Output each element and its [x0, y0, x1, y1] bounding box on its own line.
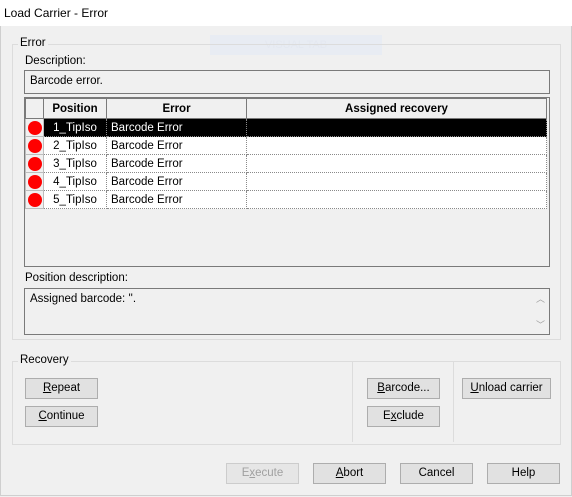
unload-label-post: nload carrier [478, 382, 543, 394]
execute-button[interactable]: Execute [226, 463, 299, 484]
error-dot-icon [27, 156, 42, 171]
error-dot-icon [27, 192, 42, 207]
description-value: Barcode error. [30, 75, 103, 87]
barcode-mnemonic: B [377, 382, 385, 394]
position-description-label: Position description: [25, 272, 128, 284]
assigned-recovery-cell[interactable] [246, 118, 547, 137]
row-status-cell [25, 154, 44, 173]
position-cell[interactable]: 5_TipIso [43, 190, 107, 209]
execute-label-post: ecute [255, 467, 284, 479]
continue-button[interactable]: Continue [25, 406, 98, 427]
assigned-recovery-cell[interactable] [246, 172, 547, 191]
table-header-row: Position Error Assigned recovery [25, 98, 547, 119]
scroll-up-icon[interactable]: ︿ [536, 292, 545, 305]
indicator-column-header [25, 98, 44, 119]
table-row[interactable]: 2_TipIso Barcode Error [25, 136, 547, 155]
barcode-label-post: arcode... [384, 382, 430, 394]
error-column-header[interactable]: Error [106, 98, 247, 119]
exclude-label-pre: E [383, 410, 391, 422]
title-bar: Load Carrier - Error [0, 0, 572, 26]
description-field: Barcode error. [24, 70, 550, 94]
table-row[interactable]: 3_TipIso Barcode Error [25, 154, 547, 173]
window-title: Load Carrier - Error [4, 6, 109, 20]
error-dot-icon [27, 174, 42, 189]
exclude-label-post: clude [396, 410, 424, 422]
position-cell[interactable]: 1_TipIso [43, 118, 107, 137]
position-description-field: Assigned barcode: ''. ︿ ﹀ [24, 288, 550, 335]
error-cell[interactable]: Barcode Error [106, 190, 247, 209]
scroll-down-icon[interactable]: ﹀ [536, 318, 545, 331]
assigned-recovery-cell[interactable] [246, 136, 547, 155]
help-button[interactable]: Help [487, 463, 560, 484]
row-status-cell [25, 190, 44, 209]
barcode-button[interactable]: Barcode... [367, 378, 440, 399]
error-dot-icon [27, 138, 42, 153]
position-cell[interactable]: 4_TipIso [43, 172, 107, 191]
repeat-label-post: epeat [51, 382, 81, 394]
description-label: Description: [25, 55, 86, 67]
recovery-separator-2 [453, 362, 454, 442]
position-description-value: Assigned barcode: ''. [30, 293, 137, 305]
error-group-label: Error [18, 37, 48, 49]
continue-mnemonic: C [38, 410, 47, 422]
position-description-scrollbar[interactable]: ︿ ﹀ [532, 290, 548, 333]
error-cell[interactable]: Barcode Error [106, 172, 247, 191]
error-cell[interactable]: Barcode Error [106, 118, 247, 137]
abort-button[interactable]: Abort [313, 463, 386, 484]
position-cell[interactable]: 2_TipIso [43, 136, 107, 155]
assigned-recovery-column-header[interactable]: Assigned recovery [246, 98, 547, 119]
recovery-group-label: Recovery [18, 354, 71, 366]
row-status-cell [25, 172, 44, 191]
position-cell[interactable]: 3_TipIso [43, 154, 107, 173]
repeat-button[interactable]: Repeat [25, 378, 98, 399]
table-row[interactable]: 4_TipIso Barcode Error [25, 172, 547, 191]
row-status-cell [25, 118, 44, 137]
position-column-header[interactable]: Position [43, 98, 107, 119]
table-row[interactable]: 1_TipIso Barcode Error [25, 118, 547, 137]
abort-label-post: bort [343, 467, 364, 479]
error-dot-icon [27, 120, 42, 135]
error-positions-table[interactable]: Position Error Assigned recovery 1_TipIs… [24, 97, 550, 267]
cancel-button[interactable]: Cancel [400, 463, 473, 484]
continue-label-post: ontinue [46, 410, 85, 422]
recovery-groupbox [12, 361, 561, 445]
error-cell[interactable]: Barcode Error [106, 136, 247, 155]
unload-carrier-button[interactable]: Unload carrier [462, 378, 551, 399]
error-cell[interactable]: Barcode Error [106, 154, 247, 173]
table-row[interactable]: 5_TipIso Barcode Error [25, 190, 547, 209]
recovery-separator-1 [352, 362, 353, 442]
row-status-cell [25, 136, 44, 155]
unload-mnemonic: U [470, 382, 479, 394]
assigned-recovery-cell[interactable] [246, 154, 547, 173]
exclude-button[interactable]: Exclude [367, 406, 440, 427]
assigned-recovery-cell[interactable] [246, 190, 547, 209]
